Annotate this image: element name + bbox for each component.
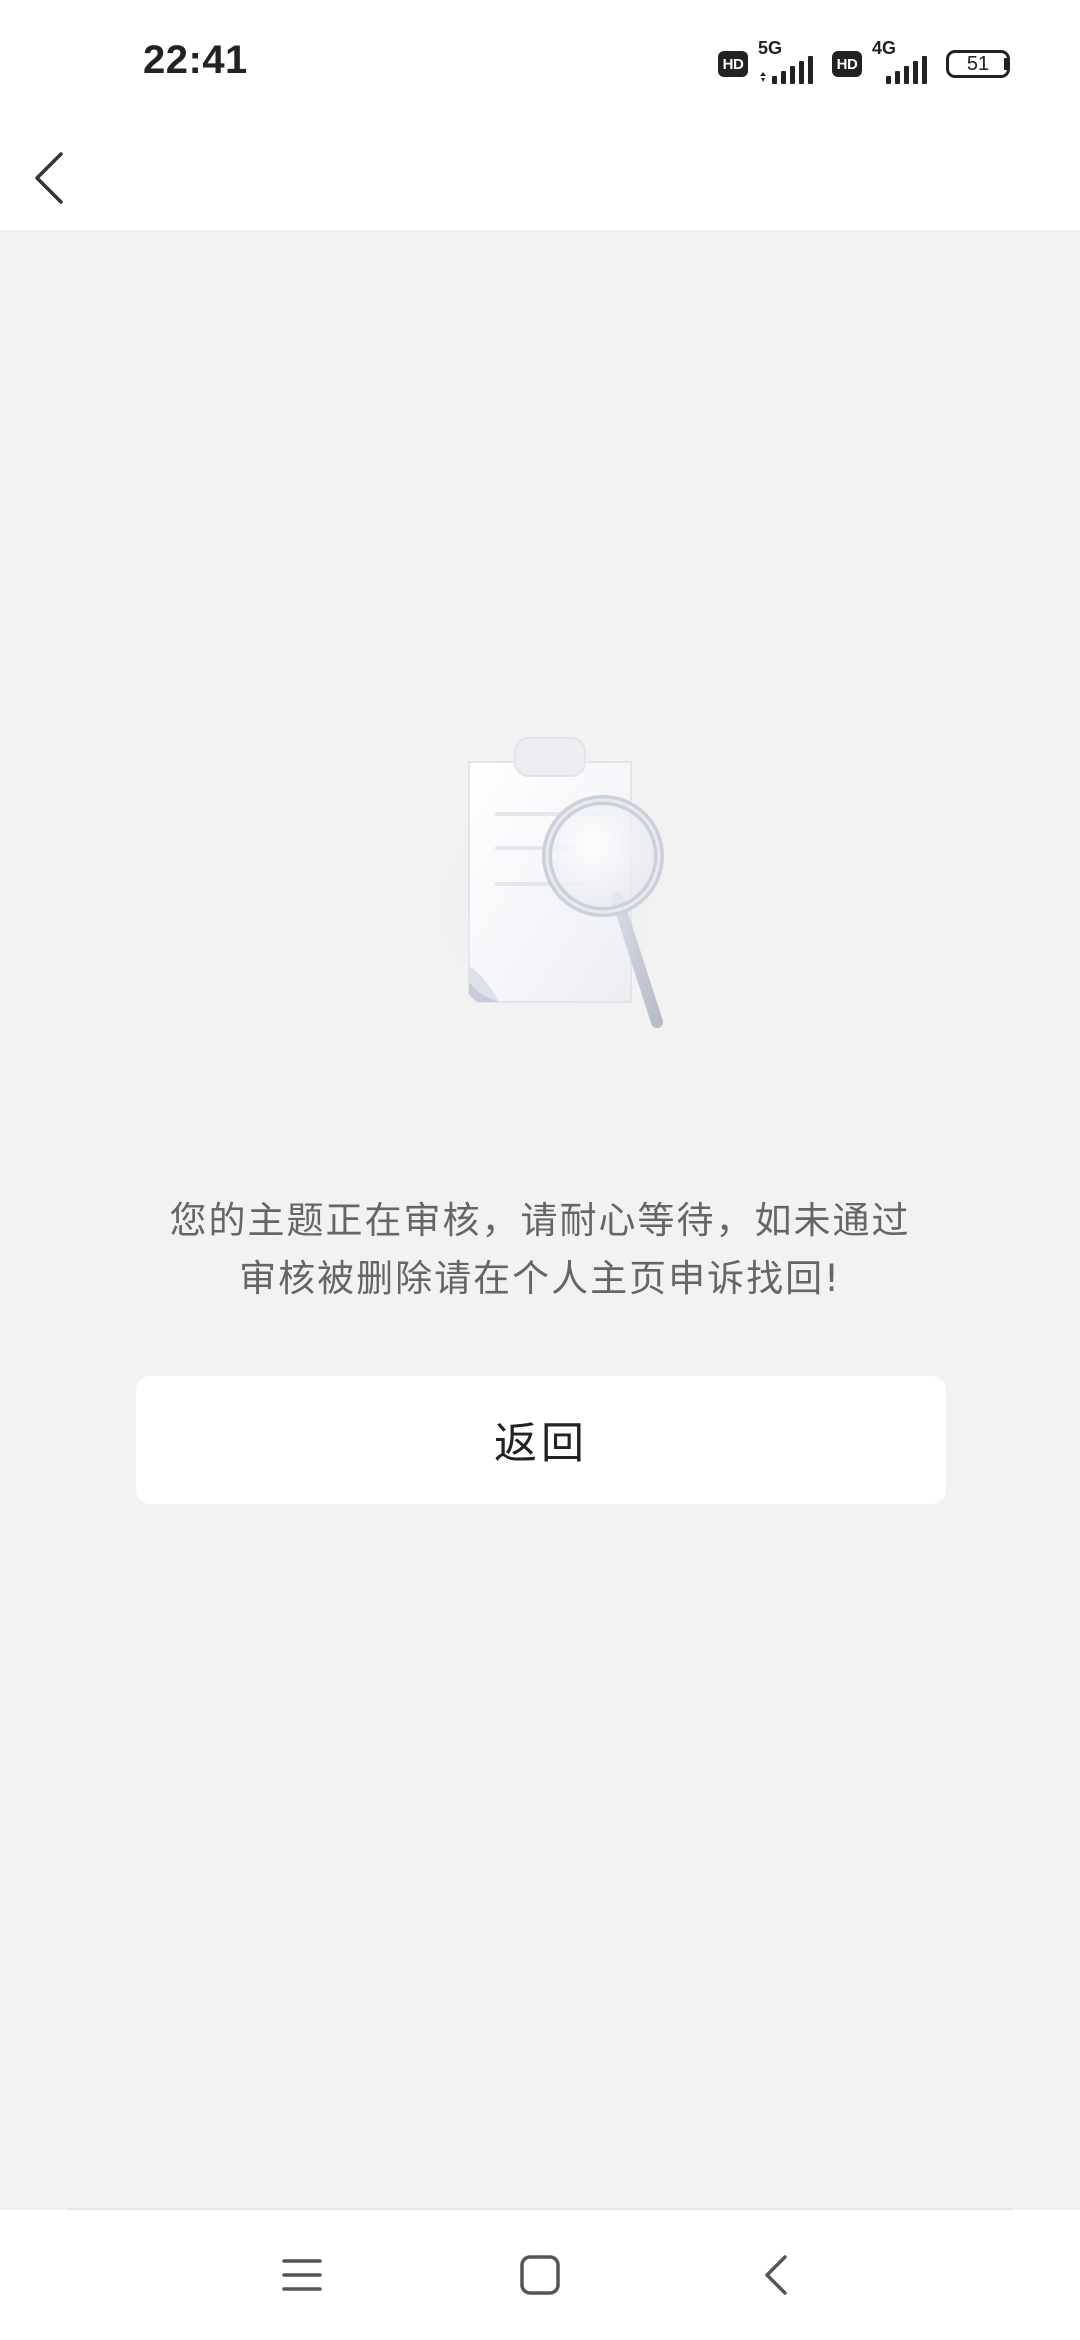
signal-5g-icon: 5G bbox=[758, 38, 822, 84]
battery-level: 51 bbox=[946, 50, 1010, 78]
battery-icon: 51 bbox=[946, 50, 1010, 78]
system-back-button[interactable] bbox=[726, 2210, 826, 2340]
hd-badge: HD bbox=[718, 51, 748, 77]
chevron-left-icon bbox=[35, 152, 63, 204]
menu-icon bbox=[282, 2259, 322, 2291]
status-icons: HD 5G HD 4G 51 bbox=[718, 38, 1010, 84]
review-message: 您的主题正在审核，请耐心等待，如未通过 审核被删除请在个人主页申诉找回! bbox=[120, 1192, 960, 1308]
message-line-1: 您的主题正在审核，请耐心等待，如未通过 bbox=[169, 1199, 911, 1242]
home-button[interactable] bbox=[490, 2210, 590, 2340]
status-bar: 22:41 HD 5G HD 4G 51 bbox=[0, 0, 1080, 128]
status-time: 22:41 bbox=[143, 38, 248, 82]
back-triangle-icon bbox=[765, 2255, 787, 2295]
document-search-icon bbox=[395, 710, 685, 1050]
hd-badge: HD bbox=[832, 51, 862, 77]
signal-4g-icon: 4G bbox=[872, 38, 936, 84]
menu-button[interactable] bbox=[252, 2210, 352, 2340]
top-nav bbox=[0, 128, 1080, 230]
return-button[interactable]: 返回 bbox=[136, 1376, 946, 1504]
message-line-2: 审核被删除请在个人主页申诉找回! bbox=[239, 1257, 841, 1300]
system-nav-bar bbox=[0, 2210, 1080, 2340]
home-square-icon bbox=[520, 2255, 560, 2295]
back-button[interactable] bbox=[14, 128, 84, 228]
